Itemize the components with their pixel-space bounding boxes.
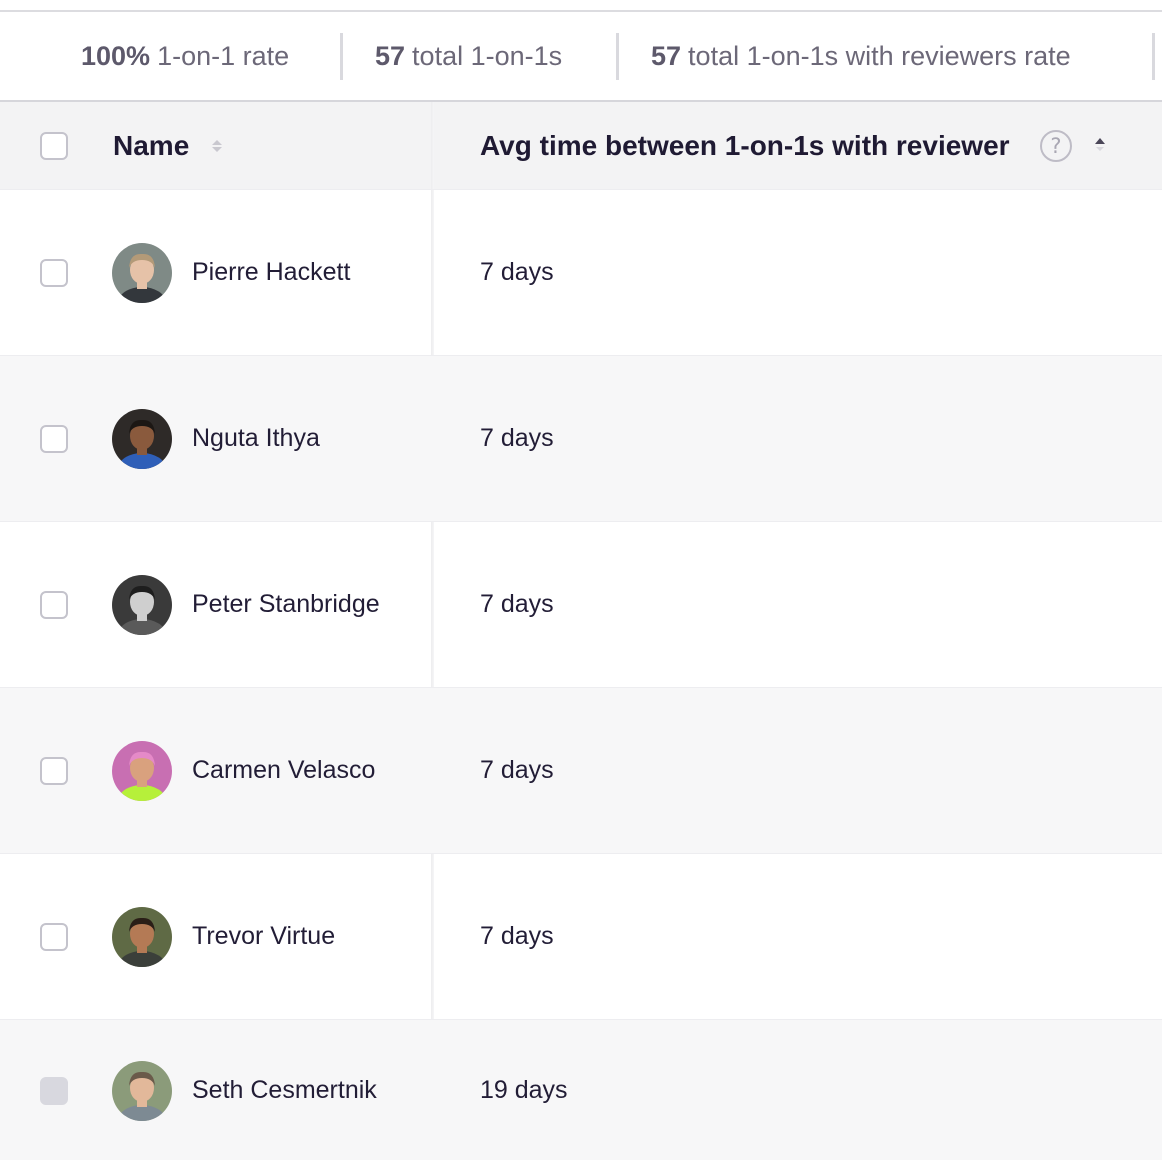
stat-separator [340,33,343,80]
sort-ascending-icon[interactable] [1093,136,1107,152]
table-header: Name Avg time between 1-on-1s with revie… [0,102,1162,189]
column-header-avg-time[interactable]: Avg time between 1-on-1s with reviewer [480,102,1010,189]
avatar [112,409,172,469]
person-name[interactable]: Seth Cesmertnik [192,1076,377,1105]
person-name[interactable]: Nguta Ithya [192,424,320,453]
help-icon[interactable]: ? [1040,130,1072,162]
row-select-checkbox [40,1077,68,1105]
table-row[interactable]: Pierre Hackett 7 days [0,189,1162,355]
table-row[interactable]: Peter Stanbridge 7 days [0,521,1162,687]
stat-total-with-reviewers: 57 total 1-on-1s with reviewers rate [651,41,1071,71]
row-select-checkbox[interactable] [40,259,68,287]
table-row[interactable]: Trevor Virtue 7 days [0,853,1162,1019]
stats-bar: 100% 1-on-1 rate 57 total 1-on-1s 57 total … [0,12,1162,100]
person-name[interactable]: Pierre Hackett [192,258,350,287]
avg-time-value: 7 days [480,258,554,286]
column-header-name[interactable]: Name [113,102,189,189]
avg-time-value: 7 days [480,590,554,618]
person-name[interactable]: Peter Stanbridge [192,590,380,619]
sort-icon[interactable] [210,138,224,154]
avatar [112,741,172,801]
avg-time-value: 7 days [480,424,554,452]
avg-time-value: 7 days [480,922,554,950]
avatar [112,575,172,635]
avatar [112,1061,172,1121]
row-select-checkbox[interactable] [40,425,68,453]
table-row[interactable]: Nguta Ithya 7 days [0,355,1162,521]
reviewer-table: Name Avg time between 1-on-1s with revie… [0,102,1162,1160]
select-all-checkbox[interactable] [40,132,68,160]
stat-one-on-one-rate: 100% 1-on-1 rate [81,41,290,71]
stat-total-one-on-ones: 57 total 1-on-1s [375,41,563,71]
table-row[interactable]: Seth Cesmertnik 19 days [0,1019,1162,1160]
row-select-checkbox[interactable] [40,923,68,951]
stat-separator [616,33,619,80]
row-select-checkbox[interactable] [40,591,68,619]
avatar [112,243,172,303]
row-select-checkbox[interactable] [40,757,68,785]
avg-time-value: 7 days [480,756,554,784]
person-name[interactable]: Trevor Virtue [192,922,335,951]
avatar [112,907,172,967]
table-row[interactable]: Carmen Velasco 7 days [0,687,1162,853]
stat-separator [1152,33,1155,80]
person-name[interactable]: Carmen Velasco [192,756,375,785]
avg-time-value: 19 days [480,1076,568,1104]
